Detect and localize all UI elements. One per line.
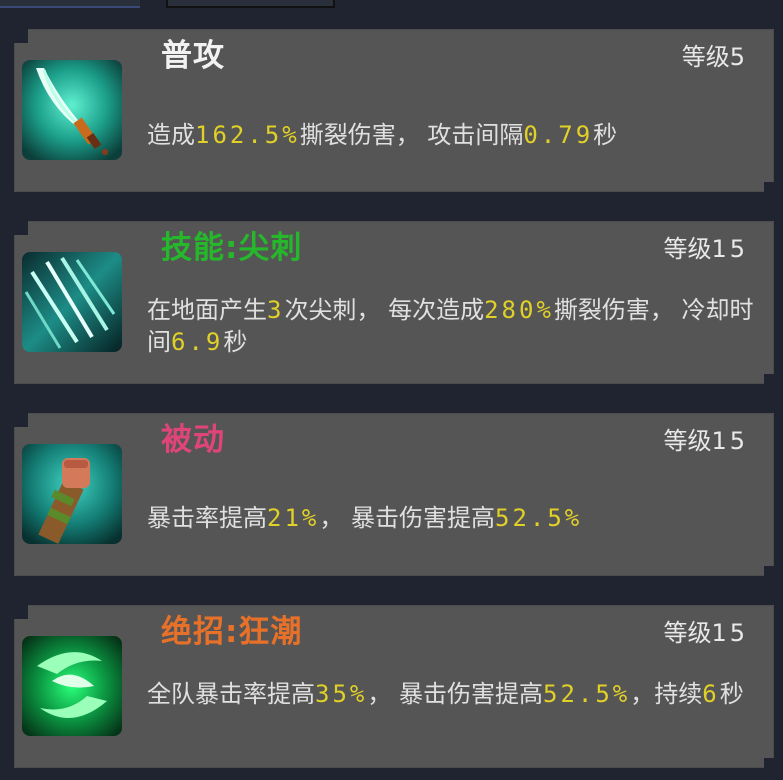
- desc-text: ，持续: [630, 680, 703, 708]
- skill-level: 等级5: [682, 45, 748, 69]
- desc-text: 撕裂伤害， 攻击间隔: [299, 121, 524, 149]
- level-value: 15: [711, 427, 748, 455]
- skill-card-passive[interactable]: 被动 等级15 暴击率提高21%， 暴击伤害提高52.5%: [14, 413, 774, 576]
- skill-card-basic-attack[interactable]: 普攻 等级5 造成162.5%撕裂伤害， 攻击间隔0.79秒: [14, 29, 774, 192]
- level-label: 等级: [663, 427, 712, 455]
- level-label: 等级: [681, 43, 730, 71]
- desc-value: 280%: [484, 296, 554, 324]
- skill-level: 等级15: [663, 429, 748, 453]
- top-tab-left[interactable]: [0, 0, 140, 8]
- desc-value: 52.5%: [495, 504, 583, 532]
- desc-text: 秒: [719, 680, 744, 708]
- skill-description: 在地面产生3次尖刺， 每次造成280%撕裂伤害， 冷却时间6.9秒: [147, 294, 757, 358]
- level-label: 等级: [663, 235, 712, 263]
- desc-value: 35%: [315, 680, 368, 708]
- desc-text: 秒: [223, 328, 248, 356]
- skill-level: 等级15: [663, 621, 748, 645]
- skill-card-ultimate[interactable]: 绝招:狂潮 等级15 全队暴击率提高35%， 暴击伤害提高52.5%，持续6秒: [14, 605, 774, 768]
- desc-text: 次尖刺， 每次造成: [284, 296, 485, 324]
- desc-value: 0.79: [523, 121, 594, 149]
- desc-value: 52.5%: [543, 680, 631, 708]
- skill-description: 全队暴击率提高35%， 暴击伤害提高52.5%，持续6秒: [147, 678, 757, 710]
- skill-title: 技能:尖刺: [161, 230, 303, 266]
- desc-text: 全队暴击率提高: [147, 680, 315, 708]
- desc-value: 21%: [267, 504, 320, 532]
- level-value: 15: [711, 619, 748, 647]
- level-label: 等级: [663, 619, 712, 647]
- desc-text: 在地面产生: [147, 296, 267, 324]
- desc-text: ， 暴击伤害提高: [319, 504, 495, 532]
- skill-title: 普攻: [161, 38, 225, 74]
- desc-value: 3: [267, 296, 285, 324]
- skill-title: 被动: [161, 422, 225, 458]
- skill-card-skill[interactable]: 技能:尖刺 等级15 在地面产生3次尖刺， 每次造成280%撕裂伤害， 冷却时间…: [14, 221, 774, 384]
- blade-slash-icon: [22, 60, 122, 160]
- spike-claws-icon: [22, 252, 122, 352]
- skill-level: 等级15: [663, 237, 748, 261]
- desc-text: 秒: [593, 121, 618, 149]
- skill-description: 造成162.5%撕裂伤害， 攻击间隔0.79秒: [147, 119, 757, 151]
- green-vortex-icon: [22, 636, 122, 736]
- level-value: 15: [711, 235, 748, 263]
- top-tab-right[interactable]: [166, 0, 335, 8]
- fist-icon: [22, 444, 122, 544]
- desc-value: 6: [702, 680, 720, 708]
- desc-value: 162.5%: [195, 121, 300, 149]
- desc-text: 暴击率提高: [147, 504, 267, 532]
- desc-text: ， 暴击伤害提高: [367, 680, 543, 708]
- skill-description: 暴击率提高21%， 暴击伤害提高52.5%: [147, 502, 757, 534]
- desc-text: 造成: [147, 121, 195, 149]
- level-value: 5: [729, 43, 748, 71]
- desc-value: 6.9: [171, 328, 224, 356]
- skill-title: 绝招:狂潮: [161, 614, 303, 650]
